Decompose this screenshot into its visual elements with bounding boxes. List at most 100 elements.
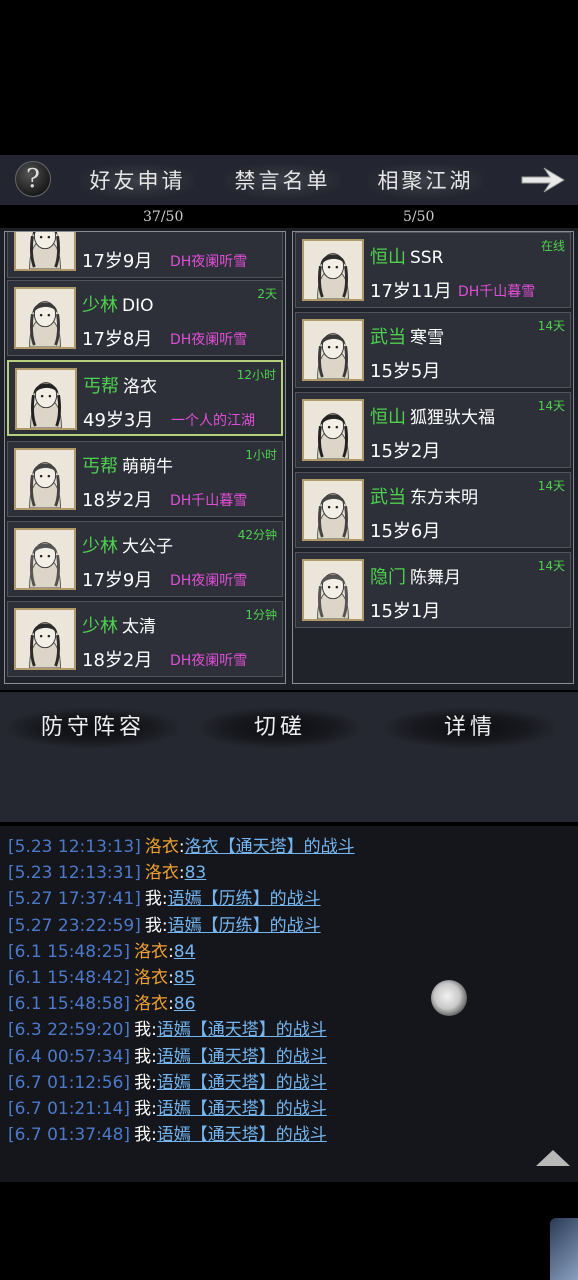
online-status: 1小时	[245, 448, 277, 462]
friend-sect: 恒山 SSR	[370, 243, 443, 269]
friend-card[interactable]: 武当 东方末明 15岁6月 14天	[295, 472, 571, 548]
scroll-up-icon[interactable]	[536, 1150, 570, 1166]
log-author: 洛衣	[144, 863, 179, 884]
log-entry[interactable]: [6.4 00:57:34] 我:语嫣【通天塔】的战斗	[8, 1042, 327, 1067]
online-status: 14天	[537, 559, 565, 573]
tab-mute-list[interactable]: 禁言名单	[225, 164, 340, 198]
log-entry[interactable]: [5.27 17:37:41] 我:语嫣【历练】的战斗	[8, 884, 321, 909]
sect-label: 恒山	[370, 407, 406, 428]
friend-age: 18岁2月	[82, 490, 153, 511]
friend-portrait	[14, 287, 76, 349]
log-entry[interactable]: [5.23 12:13:13] 洛衣:洛衣【通天塔】的战斗	[8, 832, 355, 857]
friend-portrait	[14, 608, 76, 670]
log-entry[interactable]: [6.3 22:59:20] 我:语嫣【通天塔】的战斗	[8, 1015, 327, 1040]
friend-age: 18岁2月	[82, 650, 153, 671]
online-status: 1分钟	[245, 608, 277, 622]
tab-gather-jianghu[interactable]: 相聚江湖	[368, 164, 483, 198]
log-author: 洛衣	[134, 968, 169, 988]
friend-server: DH夜阑听雪	[170, 653, 248, 669]
online-status: 12小时	[236, 368, 276, 382]
friend-server: DH夜阑听雪	[170, 332, 248, 348]
friend-age: 15岁6月	[370, 521, 441, 542]
log-message[interactable]: 语嫣【通天塔】的战斗	[157, 1099, 327, 1119]
friend-name: 大公子	[122, 537, 173, 557]
friend-name: 狐狸驮大福	[410, 408, 495, 428]
friend-name: 东方末明	[410, 488, 478, 508]
online-status: 14天	[537, 399, 565, 413]
log-author: 我	[134, 1020, 152, 1041]
app-root: ? 好友申请 禁言名单 相聚江湖 37/50 5/50 17岁9月 DH夜阑听雪少…	[0, 0, 578, 1280]
friend-card[interactable]: 少林 太清 18岁2月 DH夜阑听雪 1分钟	[7, 601, 283, 677]
online-status: 在线	[540, 239, 565, 253]
log-message[interactable]: 86	[174, 994, 196, 1014]
friend-list-left[interactable]: 17岁9月 DH夜阑听雪 少林 DIO 17岁8月 DH夜阑听雪 2天 丐帮 洛衣 49岁3月 一个…	[4, 231, 286, 684]
friend-portrait	[302, 319, 364, 381]
online-status: 42分钟	[237, 528, 277, 542]
friend-card[interactable]: 恒山 SSR 17岁11月 DH千山暮雪 在线	[295, 232, 571, 308]
floating-orb-button[interactable]	[431, 980, 467, 1016]
friend-age: 17岁9月	[82, 570, 153, 591]
log-author: 我	[134, 1072, 152, 1093]
friend-card[interactable]: 丐帮 洛衣 49岁3月 一个人的江湖 12小时	[7, 360, 283, 436]
friend-sect: 少林 大公子	[82, 532, 173, 558]
friend-portrait	[14, 232, 76, 271]
sect-label: 少林	[82, 536, 118, 557]
log-author: 洛衣	[134, 941, 169, 962]
friend-sect: 少林 DIO	[82, 291, 154, 317]
details-button[interactable]: 详情	[385, 708, 555, 748]
spar-button[interactable]: 切磋	[200, 708, 360, 748]
friend-card[interactable]: 武当 寒雪 15岁5月 14天	[295, 312, 571, 388]
action-bar: 防守阵容 切磋 详情	[0, 692, 578, 822]
log-message[interactable]: 语嫣【通天塔】的战斗	[157, 1125, 327, 1145]
defense-lineup-button[interactable]: 防守阵容	[8, 708, 178, 748]
battle-log[interactable]: [5.23 12:13:13] 洛衣:洛衣【通天塔】的战斗 [5.23 12:13:…	[0, 826, 578, 1182]
friend-card[interactable]: 丐帮 萌萌牛 18岁2月 DH千山暮雪 1小时	[7, 441, 283, 517]
friend-card[interactable]: 少林 大公子 17岁9月 DH夜阑听雪 42分钟	[7, 521, 283, 597]
sect-label: 丐帮	[83, 376, 119, 397]
log-entry[interactable]: [6.1 15:48:25] 洛衣:84	[8, 937, 195, 962]
help-button[interactable]: ?	[15, 161, 51, 197]
friend-list-right[interactable]: 恒山 SSR 17岁11月 DH千山暮雪 在线 武当 寒雪 15岁5月 14天 恒山 狐狸驮大福 15…	[292, 231, 574, 684]
log-entry[interactable]: [6.1 15:48:58] 洛衣:86	[8, 989, 195, 1014]
log-entry[interactable]: [6.7 01:37:48] 我:语嫣【通天塔】的战斗	[8, 1120, 327, 1145]
log-message[interactable]: 84	[174, 942, 196, 962]
log-message[interactable]: 语嫣【历练】的战斗	[168, 889, 321, 909]
friend-portrait	[14, 528, 76, 590]
friend-card[interactable]: 隐门 陈舞月 15岁1月 14天	[295, 552, 571, 628]
forward-arrow-icon[interactable]	[518, 163, 568, 197]
log-author: 我	[134, 1125, 152, 1146]
log-message[interactable]: 语嫣【通天塔】的战斗	[157, 1020, 327, 1040]
log-entry[interactable]: [5.23 12:13:31] 洛衣:83	[8, 858, 206, 883]
log-message[interactable]: 语嫣【历练】的战斗	[168, 916, 321, 936]
friend-age: 15岁5月	[370, 361, 441, 382]
log-time: [5.27 23:22:59]	[8, 915, 141, 936]
friend-server: DH千山暮雪	[170, 493, 248, 509]
friend-server: 一个人的江湖	[171, 413, 255, 429]
friend-age: 17岁11月	[370, 281, 452, 302]
friend-sect: 武当 东方末明	[370, 483, 478, 509]
log-message[interactable]: 语嫣【通天塔】的战斗	[157, 1073, 327, 1093]
friend-name: 萌萌牛	[122, 457, 173, 477]
friend-name: 太清	[122, 617, 156, 637]
friend-card[interactable]: 17岁9月 DH夜阑听雪	[7, 232, 283, 278]
log-entry[interactable]: [6.7 01:21:14] 我:语嫣【通天塔】的战斗	[8, 1094, 327, 1119]
tab-friend-requests[interactable]: 好友申请	[80, 164, 195, 198]
log-message[interactable]: 语嫣【通天塔】的战斗	[157, 1047, 327, 1067]
log-message[interactable]: 洛衣【通天塔】的战斗	[185, 837, 355, 857]
sect-label: 恒山	[370, 247, 406, 268]
friend-card[interactable]: 恒山 狐狸驮大福 15岁2月 14天	[295, 392, 571, 468]
friend-age: 17岁8月	[82, 329, 153, 350]
log-author: 洛衣	[144, 837, 179, 857]
log-entry[interactable]: [5.27 23:22:59] 我:语嫣【历练】的战斗	[8, 911, 321, 936]
friend-count-right: 5/50	[403, 209, 435, 225]
log-message[interactable]: 83	[185, 863, 207, 883]
friend-sect: 少林 太清	[82, 612, 156, 638]
sect-label: 少林	[82, 295, 118, 316]
log-entry[interactable]: [6.1 15:48:42] 洛衣:85	[8, 963, 195, 988]
log-author: 洛衣	[134, 994, 169, 1015]
log-message[interactable]: 85	[174, 968, 196, 988]
log-author: 我	[144, 889, 162, 910]
corner-avatar-thumbnail[interactable]	[550, 1218, 578, 1280]
friend-card[interactable]: 少林 DIO 17岁8月 DH夜阑听雪 2天	[7, 280, 283, 356]
log-entry[interactable]: [6.7 01:12:56] 我:语嫣【通天塔】的战斗	[8, 1068, 327, 1093]
